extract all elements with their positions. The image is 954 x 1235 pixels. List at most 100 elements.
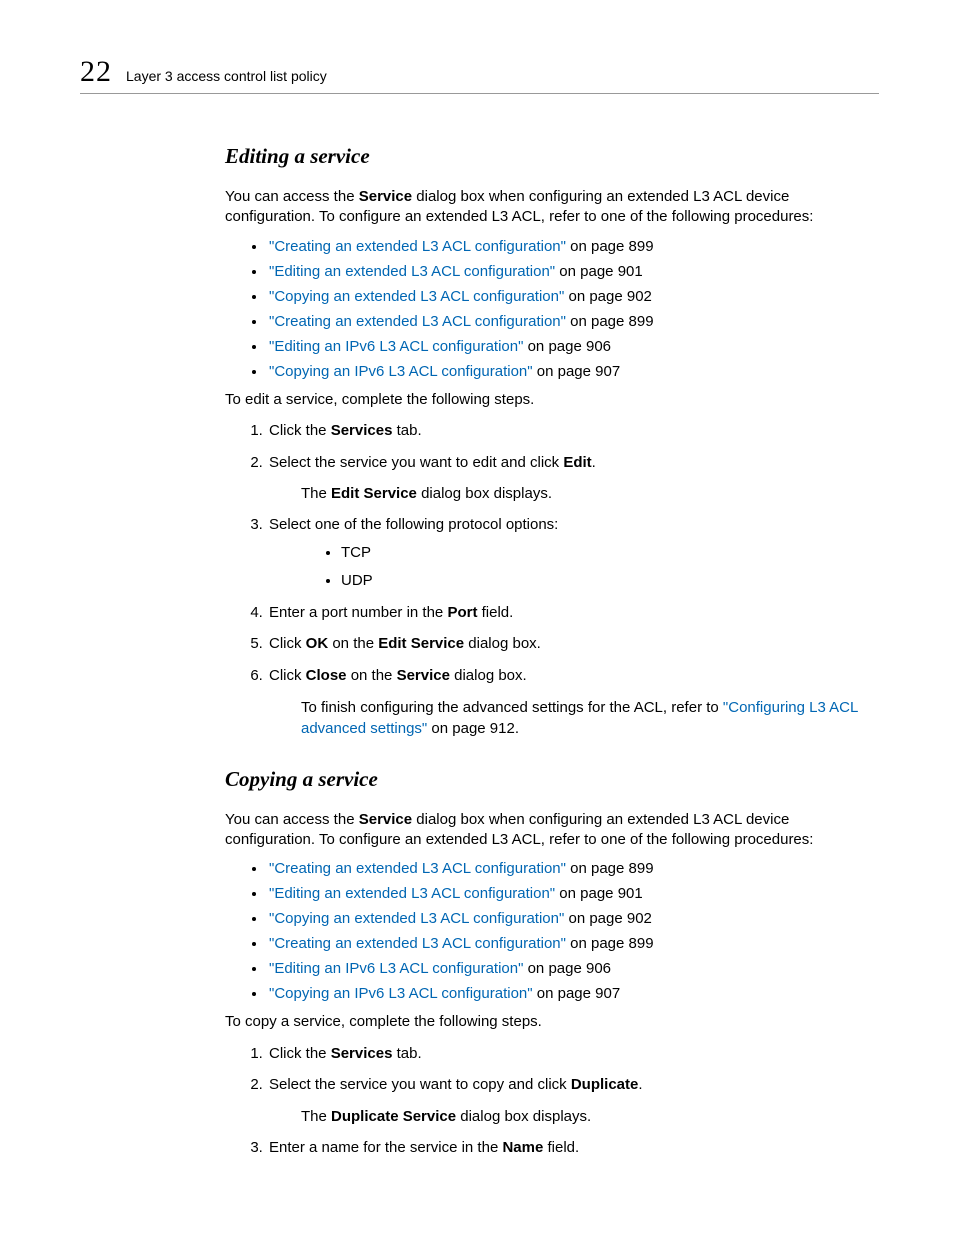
list-item: "Copying an IPv6 L3 ACL configuration" o… xyxy=(267,363,879,380)
text: Enter a port number in the xyxy=(269,604,447,621)
text: on page 902 xyxy=(564,910,652,927)
list-item: "Copying an IPv6 L3 ACL configuration" o… xyxy=(267,985,879,1002)
text: Click the xyxy=(269,422,331,439)
cross-reference-link[interactable]: "Editing an IPv6 L3 ACL configuration" xyxy=(269,338,523,355)
cross-reference-link[interactable]: "Copying an extended L3 ACL configuratio… xyxy=(269,910,564,927)
text: To finish configuring the advanced setti… xyxy=(301,699,723,716)
ui-label: Port xyxy=(447,604,477,621)
text: on page 907 xyxy=(533,985,621,1002)
text: . xyxy=(592,454,596,471)
list-item: "Copying an extended L3 ACL configuratio… xyxy=(267,288,879,305)
text: You can access the xyxy=(225,188,359,205)
text: on page 907 xyxy=(533,363,621,380)
cross-reference-link[interactable]: "Creating an extended L3 ACL configurati… xyxy=(269,860,566,877)
lead-paragraph: To edit a service, complete the followin… xyxy=(225,390,879,410)
step: Enter a port number in the Port field. xyxy=(267,602,879,624)
text: Select the service you want to edit and … xyxy=(269,454,563,471)
cross-reference-link[interactable]: "Creating an extended L3 ACL configurati… xyxy=(269,935,566,952)
cross-reference-link[interactable]: "Editing an IPv6 L3 ACL configuration" xyxy=(269,960,523,977)
ui-label: Service xyxy=(397,667,450,684)
crossref-list-copying: "Creating an extended L3 ACL configurati… xyxy=(225,860,879,1002)
text: field. xyxy=(477,604,513,621)
ui-label: Services xyxy=(331,422,393,439)
list-item: "Copying an extended L3 ACL configuratio… xyxy=(267,910,879,927)
cross-reference-link[interactable]: "Copying an IPv6 L3 ACL configuration" xyxy=(269,985,533,1002)
page: 22 Layer 3 access control list policy Ed… xyxy=(0,0,954,1229)
text: on page 899 xyxy=(566,238,654,255)
cross-reference-link[interactable]: "Creating an extended L3 ACL configurati… xyxy=(269,313,566,330)
text: The xyxy=(301,485,331,502)
text: on the xyxy=(347,667,397,684)
intro-paragraph: You can access the Service dialog box wh… xyxy=(225,810,879,851)
text: Click xyxy=(269,667,306,684)
ui-label: Duplicate Service xyxy=(331,1108,456,1125)
text: on page 912. xyxy=(427,720,519,737)
text: You can access the xyxy=(225,811,359,828)
text: Select one of the following protocol opt… xyxy=(269,516,558,533)
crossref-list-editing: "Creating an extended L3 ACL configurati… xyxy=(225,238,879,380)
list-item: "Editing an IPv6 L3 ACL configuration" o… xyxy=(267,338,879,355)
chapter-title: Layer 3 access control list policy xyxy=(126,68,327,84)
term-service: Service xyxy=(359,811,412,828)
text: on page 901 xyxy=(555,885,643,902)
term-service: Service xyxy=(359,188,412,205)
text: dialog box. xyxy=(464,635,541,652)
step-result: To finish configuring the advanced setti… xyxy=(301,697,879,739)
cross-reference-link[interactable]: "Editing an extended L3 ACL configuratio… xyxy=(269,263,555,280)
text: on page 901 xyxy=(555,263,643,280)
procedure-edit-service: Click the Services tab. Select the servi… xyxy=(225,420,879,739)
list-item: "Editing an extended L3 ACL configuratio… xyxy=(267,263,879,280)
step: Select the service you want to edit and … xyxy=(267,452,879,505)
step-result: The Edit Service dialog box displays. xyxy=(301,483,879,504)
ui-label: Edit Service xyxy=(378,635,464,652)
step: Select one of the following protocol opt… xyxy=(267,514,879,591)
list-item: "Creating an extended L3 ACL configurati… xyxy=(267,238,879,255)
list-item: TCP xyxy=(341,542,879,564)
text: tab. xyxy=(392,1045,421,1062)
ui-label: Edit Service xyxy=(331,485,417,502)
text: on page 899 xyxy=(566,935,654,952)
text: on the xyxy=(328,635,378,652)
ui-label: Duplicate xyxy=(571,1076,639,1093)
list-item: "Creating an extended L3 ACL configurati… xyxy=(267,860,879,877)
step: Click OK on the Edit Service dialog box. xyxy=(267,633,879,655)
text: on page 899 xyxy=(566,860,654,877)
page-header: 22 Layer 3 access control list policy xyxy=(80,55,879,94)
ui-label: Services xyxy=(331,1045,393,1062)
list-item: "Editing an extended L3 ACL configuratio… xyxy=(267,885,879,902)
text: Enter a name for the service in the xyxy=(269,1139,502,1156)
text: Click xyxy=(269,635,306,652)
text: Click the xyxy=(269,1045,331,1062)
text: field. xyxy=(543,1139,579,1156)
ui-label: Edit xyxy=(563,454,591,471)
ui-label: OK xyxy=(306,635,329,652)
cross-reference-link[interactable]: "Copying an extended L3 ACL configuratio… xyxy=(269,288,564,305)
step: Enter a name for the service in the Name… xyxy=(267,1137,879,1159)
cross-reference-link[interactable]: "Copying an IPv6 L3 ACL configuration" xyxy=(269,363,533,380)
cross-reference-link[interactable]: "Creating an extended L3 ACL configurati… xyxy=(269,238,566,255)
step: Click the Services tab. xyxy=(267,1043,879,1065)
protocol-options: TCP UDP xyxy=(269,542,879,592)
text: . xyxy=(638,1076,642,1093)
text: The xyxy=(301,1108,331,1125)
cross-reference-link[interactable]: "Editing an extended L3 ACL configuratio… xyxy=(269,885,555,902)
text: on page 899 xyxy=(566,313,654,330)
ui-label: Name xyxy=(502,1139,543,1156)
heading-editing-a-service: Editing a service xyxy=(225,144,879,169)
heading-copying-a-service: Copying a service xyxy=(225,767,879,792)
list-item: "Creating an extended L3 ACL configurati… xyxy=(267,935,879,952)
text: tab. xyxy=(392,422,421,439)
text: Select the service you want to copy and … xyxy=(269,1076,571,1093)
text: dialog box displays. xyxy=(417,485,552,502)
ui-label: Close xyxy=(306,667,347,684)
step: Click Close on the Service dialog box. T… xyxy=(267,665,879,739)
text: on page 906 xyxy=(523,338,611,355)
intro-paragraph: You can access the Service dialog box wh… xyxy=(225,187,879,228)
lead-paragraph: To copy a service, complete the followin… xyxy=(225,1012,879,1032)
content-body: Editing a service You can access the Ser… xyxy=(225,144,879,1159)
text: dialog box. xyxy=(450,667,527,684)
text: on page 906 xyxy=(523,960,611,977)
procedure-copy-service: Click the Services tab. Select the servi… xyxy=(225,1043,879,1159)
list-item: "Editing an IPv6 L3 ACL configuration" o… xyxy=(267,960,879,977)
chapter-number: 22 xyxy=(80,55,112,89)
